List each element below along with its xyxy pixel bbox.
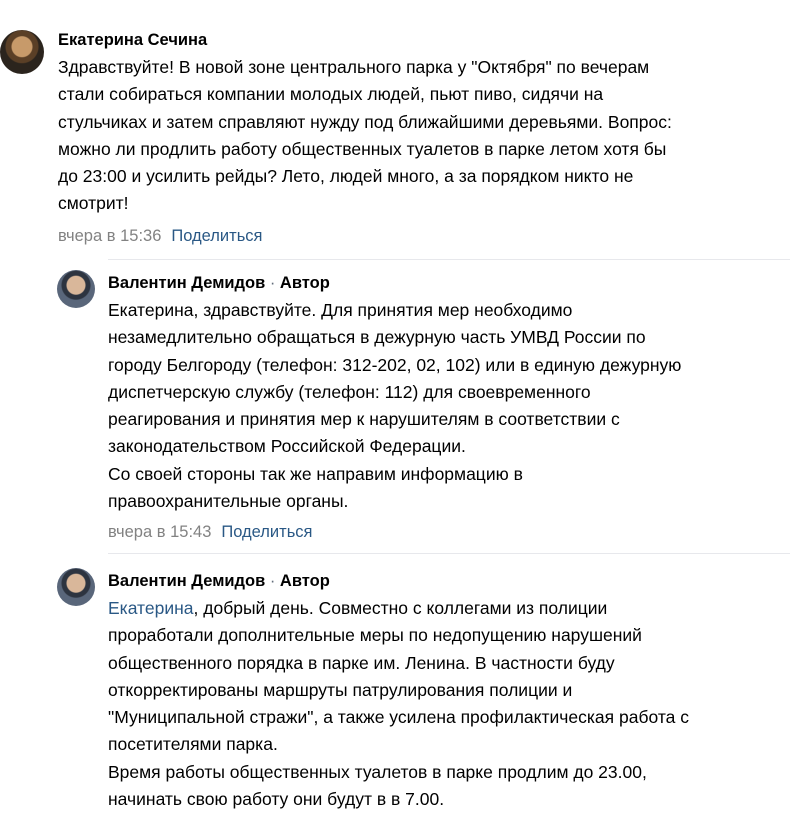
reply-date[interactable]: вчера в 15:43 — [108, 523, 211, 541]
comment-meta: вчера в 15:36 Поделиться — [58, 227, 263, 246]
author-separator: · — [265, 572, 280, 590]
comment-author[interactable]: Екатерина Сечина — [58, 31, 207, 50]
comment-text: Здравствуйте! В новой зоне центрального … — [58, 57, 672, 214]
comment-date[interactable]: вчера в 15:36 — [58, 227, 161, 245]
author-separator: · — [265, 274, 280, 292]
mention-link[interactable]: Екатерина — [108, 598, 194, 618]
avatar[interactable] — [57, 270, 95, 308]
reply-author-name[interactable]: Валентин Демидов — [108, 274, 265, 292]
share-link[interactable]: Поделиться — [221, 523, 312, 541]
author-role: Автор — [279, 274, 330, 292]
reply-text: Екатерина, добрый день. Совместно с колл… — [108, 598, 689, 810]
avatar[interactable] — [57, 568, 95, 606]
reply-meta: вчера в 15:43 Поделиться — [108, 523, 313, 542]
share-link[interactable]: Поделиться — [171, 227, 262, 245]
reply-text: Екатерина, здравствуйте. Для принятия ме… — [108, 300, 682, 512]
reply-author: Валентин Демидов · Автор — [108, 572, 330, 591]
reply: Валентин Демидов · Автор Екатерина, здра… — [0, 260, 800, 555]
reply-author: Валентин Демидов · Автор — [108, 274, 330, 293]
reply: Валентин Демидов · Автор Екатерина, добр… — [0, 554, 800, 815]
author-role: Автор — [279, 572, 330, 590]
reply-author-name[interactable]: Валентин Демидов — [108, 572, 265, 590]
comment: Екатерина Сечина Здравствуйте! В новой з… — [0, 0, 800, 260]
avatar[interactable] — [0, 30, 44, 74]
